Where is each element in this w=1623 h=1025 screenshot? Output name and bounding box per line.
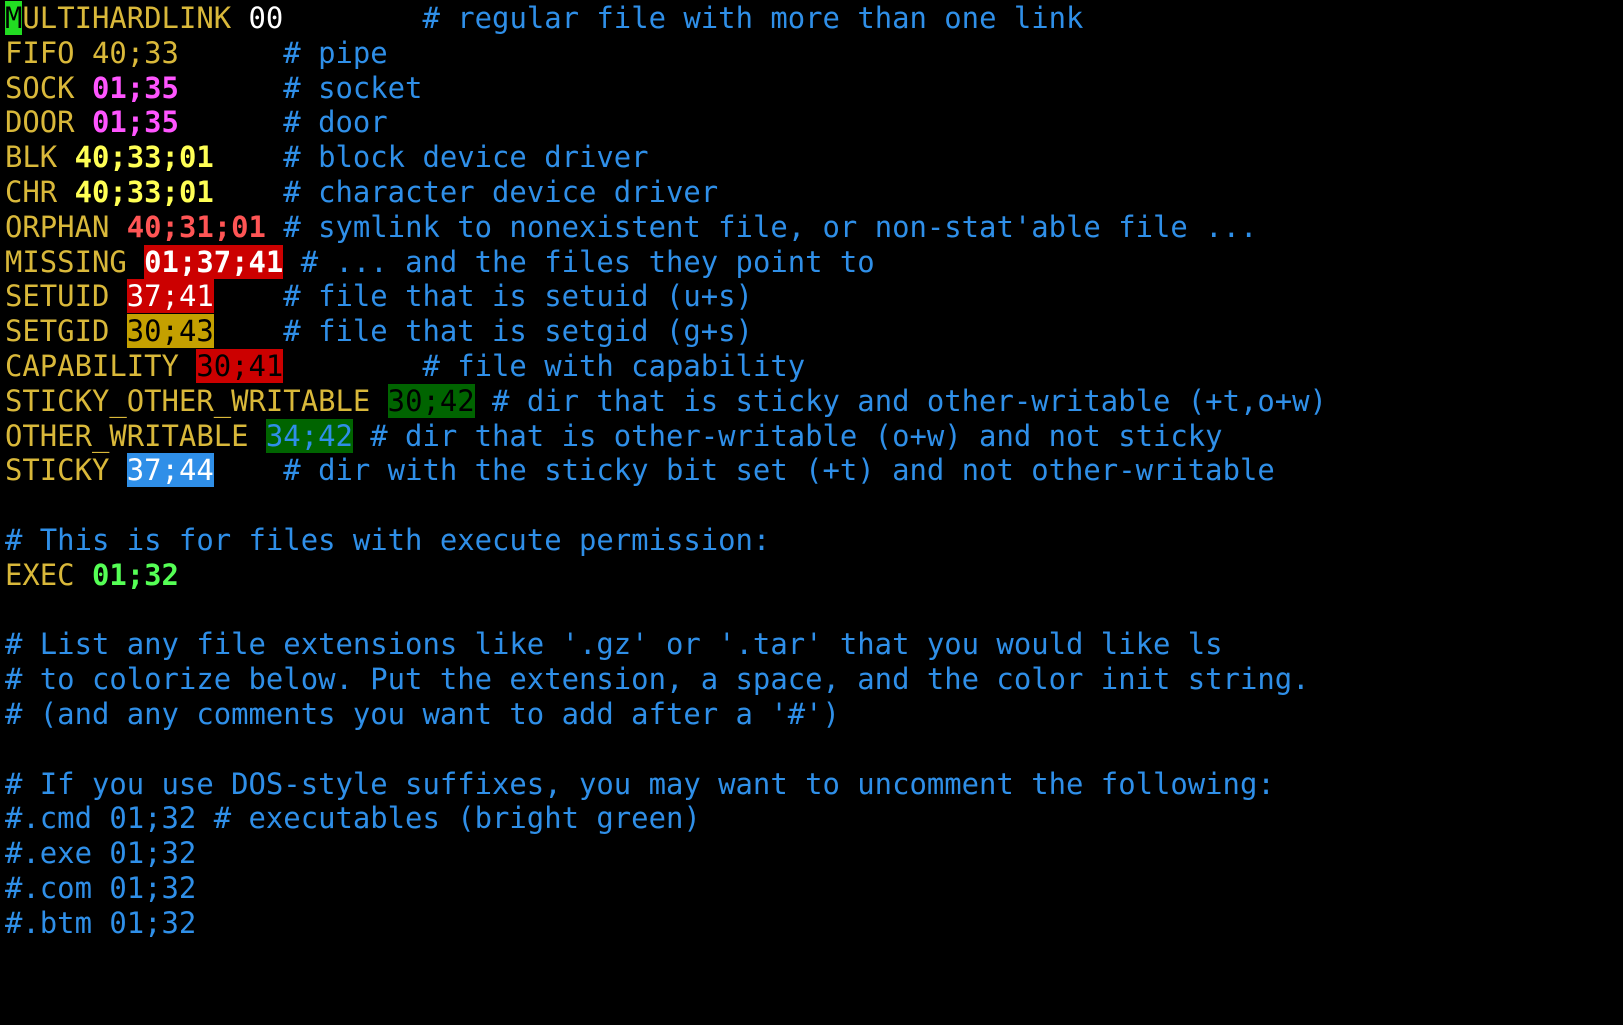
text-segment: SOCK [5,70,92,105]
terminal-line: OTHER_WRITABLE 34;42 # dir that is other… [5,418,1618,453]
terminal-line: MISSING 01;37;41 # ... and the files the… [5,244,1618,279]
terminal-line: CAPABILITY 30;41 # file with capability [5,348,1618,383]
text-segment: # dir with the sticky bit set (+t) and n… [213,453,1275,488]
text-segment: CAPABILITY [5,348,197,383]
text-segment: FIFO [5,35,92,70]
text-segment: 01;37;41 [144,244,284,279]
text-segment: OTHER_WRITABLE [5,418,266,453]
text-segment: 30;41 [196,348,284,383]
terminal-line: CHR 40;33;01 # character device driver [5,174,1618,209]
terminal-line: DOOR 01;35 # door [5,104,1618,139]
text-segment: # block device driver [213,140,649,175]
text-segment: 34;42 [265,418,353,453]
terminal-line: STICKY 37;44 # dir with the sticky bit s… [5,452,1618,488]
text-segment: # socket [178,70,423,105]
text-segment: # dir that is other-writable (o+w) and n… [352,418,1223,453]
text-segment: STICKY_OTHER_WRITABLE [5,383,388,418]
text-segment: #.exe 01;32 [5,836,197,871]
text-segment: MISSING [5,244,145,279]
text-segment: # dir that is sticky and other-writable … [474,383,1327,418]
terminal-line: MULTIHARDLINK 00 # regular file with mor… [5,0,1618,35]
terminal-line: SOCK 01;35 # socket [5,70,1618,105]
text-segment: # file that is setgid (g+s) [213,314,753,349]
terminal-line: # List any file extensions like '.gz' or… [5,626,1618,661]
terminal-line: # to colorize below. Put the extension, … [5,661,1618,696]
text-segment: DOOR [5,105,92,140]
terminal-line: # This is for files with execute permiss… [5,522,1618,557]
text-segment: 40;33;01 [74,174,214,209]
text-segment: # door [178,105,388,140]
text-segment: #.btm 01;32 [5,905,197,940]
terminal-line: # (and any comments you want to add afte… [5,696,1618,731]
text-segment: # ... and the files they point to [283,244,875,279]
text-segment: SETUID [5,279,127,314]
text-segment: # List any file extensions like '.gz' or… [5,627,1223,662]
text-segment: 01;35 [91,105,179,140]
text-segment: EXEC [5,557,92,592]
text-segment: #.com 01;32 [5,870,197,905]
terminal-line: EXEC 01;32 [5,557,1618,592]
text-segment: ORPHAN [5,209,127,244]
text-segment: # to colorize below. Put the extension, … [5,662,1310,697]
text-segment: 40;33;01 [74,140,214,175]
text-segment: ULTIHARDLINK [22,1,249,35]
text-segment: 37;44 [126,453,214,488]
text-segment: 30;43 [126,314,214,349]
terminal-line: SETUID 37;41 # file that is setuid (u+s) [5,278,1618,314]
text-segment: #.cmd 01;32 # executables (bright green) [5,801,701,836]
text-segment: SETGID [5,314,127,349]
text-segment: 30;42 [387,383,475,418]
terminal-line: FIFO 40;33 # pipe [5,35,1618,70]
terminal-line: BLK 40;33;01 # block device driver [5,139,1618,174]
text-segment: BLK [5,140,75,175]
text-segment: # (and any comments you want to add afte… [5,696,840,731]
text-segment: 37;41 [126,279,214,314]
text-segment: # regular file with more than one link [283,1,1084,35]
terminal-window[interactable]: MULTIHARDLINK 00 # regular file with mor… [5,0,1618,1025]
text-segment: 00 [248,1,284,35]
terminal-line: # If you use DOS-style suffixes, you may… [5,766,1618,801]
text-segment: 01;32 [91,557,179,592]
terminal-line: #.exe 01;32 [5,835,1618,870]
terminal-line: #.btm 01;32 [5,905,1618,940]
text-segment: # pipe [178,35,388,70]
text-segment: # If you use DOS-style suffixes, you may… [5,766,1275,801]
text-segment: 01;35 [91,70,179,105]
text-segment: 40;33 [91,35,179,70]
text-segment: STICKY [5,453,127,488]
text-segment: # file that is setuid (u+s) [213,279,753,314]
text-segment: CHR [5,174,75,209]
text-segment: # symlink to nonexistent file, or non-st… [265,209,1258,244]
text-segment: 40;31;01 [126,209,266,244]
terminal-line: STICKY_OTHER_WRITABLE 30;42 # dir that i… [5,383,1618,418]
terminal-line: #.com 01;32 [5,870,1618,905]
text-segment: # character device driver [213,174,719,209]
terminal-line: #.cmd 01;32 # executables (bright green) [5,800,1618,835]
terminal-line: ORPHAN 40;31;01 # symlink to nonexistent… [5,209,1618,244]
text-segment: # This is for files with execute permiss… [5,522,771,557]
terminal-line: SETGID 30;43 # file that is setgid (g+s) [5,313,1618,349]
text-segment: # file with capability [283,348,806,383]
text-cursor: M [5,1,23,35]
